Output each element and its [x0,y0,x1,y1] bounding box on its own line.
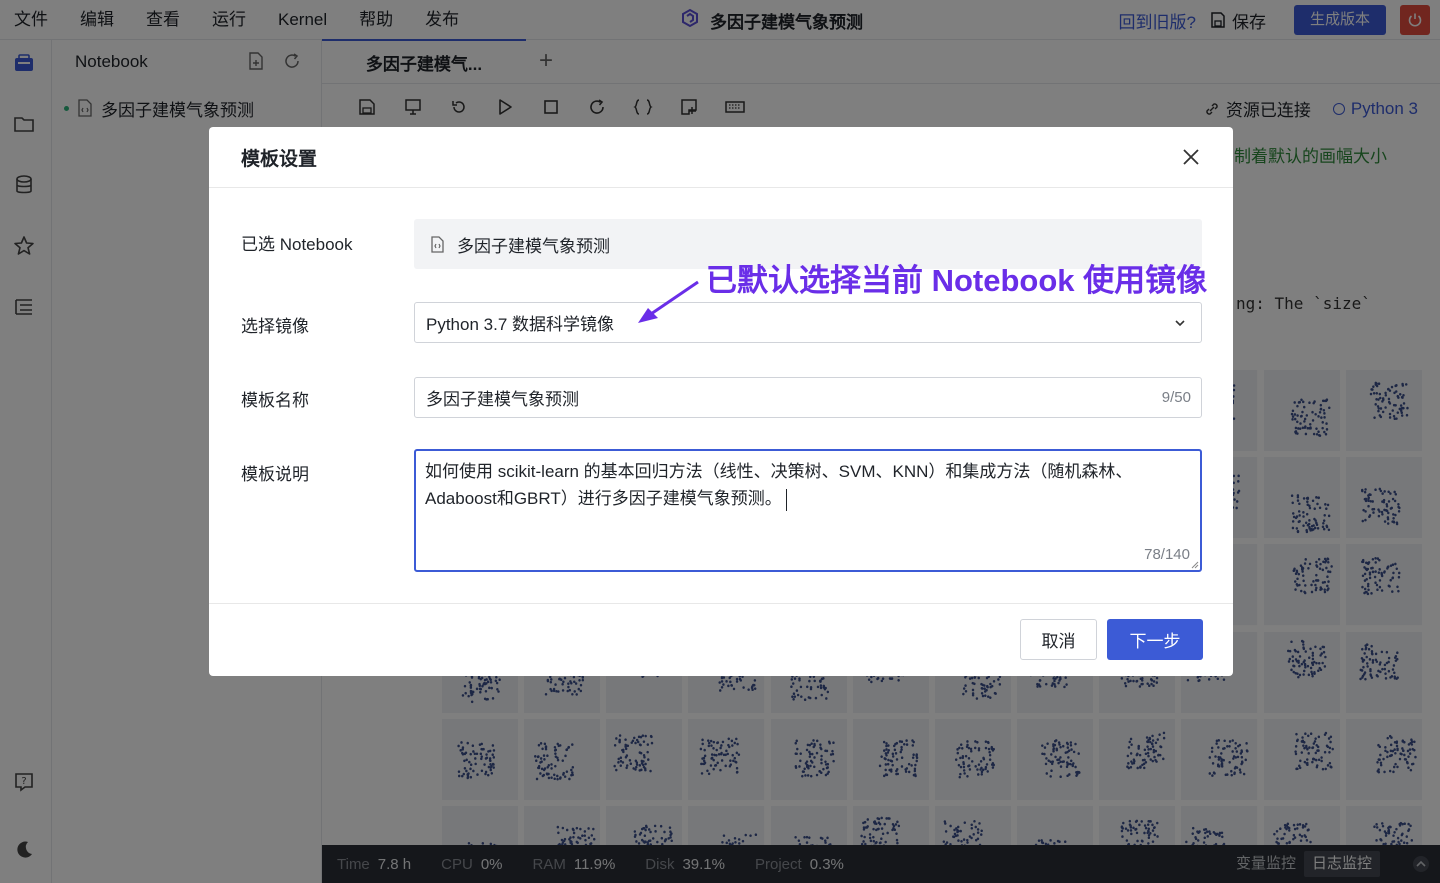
close-icon[interactable] [1181,147,1201,167]
annotation-callout: 已默认选择当前 Notebook 使用镜像 [706,263,1208,298]
chevron-down-icon [1175,320,1185,327]
template-settings-dialog: 模板设置 已选 Notebook 多因子建模气象预测 选择镜像 Python 3… [209,127,1233,676]
resize-handle-icon[interactable] [1191,561,1199,569]
template-name-input[interactable]: 多因子建模气象预测 9/50 [414,377,1202,418]
template-desc-line1: 如何使用 scikit-learn 的基本回归方法（线性、决策树、SVM、KNN… [425,462,1133,481]
cancel-button[interactable]: 取消 [1020,619,1097,660]
template-desc-count: 78/140 [1144,546,1190,563]
selected-notebook-value: 多因子建模气象预测 [457,236,610,256]
template-name-value: 多因子建模气象预测 [426,390,579,409]
text-caret [785,488,787,511]
image-select-value: Python 3.7 数据科学镜像 [426,315,615,334]
dialog-title: 模板设置 [241,148,318,170]
selected-notebook-label: 已选 Notebook [241,235,353,254]
next-step-button[interactable]: 下一步 [1107,619,1203,660]
template-name-count: 9/50 [1161,389,1191,406]
notebook-file-icon [431,235,444,253]
template-desc-textarea[interactable]: 如何使用 scikit-learn 的基本回归方法（线性、决策树、SVM、KNN… [414,449,1202,572]
annotation-arrow-icon [638,280,699,323]
template-desc-label: 模板说明 [241,465,309,484]
image-label: 选择镜像 [241,317,309,336]
image-select[interactable]: Python 3.7 数据科学镜像 [414,302,1202,343]
template-name-label: 模板名称 [241,391,309,410]
template-desc-line2: Adaboost和GBRT）进行多因子建模气象预测。 [425,489,782,508]
dialog-header: 模板设置 [209,127,1233,188]
